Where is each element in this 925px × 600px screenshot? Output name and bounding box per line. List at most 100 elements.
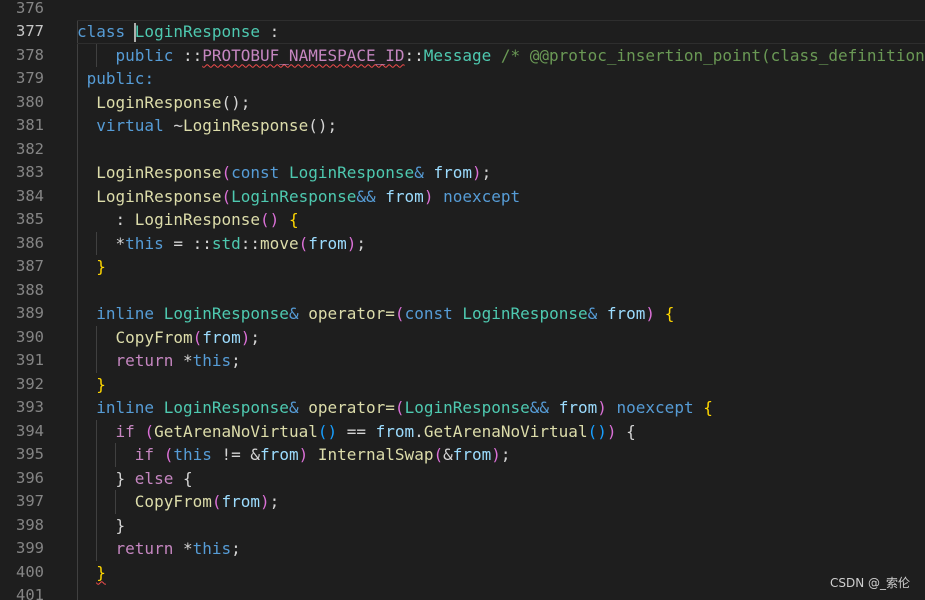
code-token: ) bbox=[346, 233, 357, 253]
code-token: inline bbox=[96, 304, 155, 323]
line-number: 383 bbox=[16, 163, 44, 181]
line-number: 392 bbox=[16, 374, 44, 393]
line-number: 400 bbox=[16, 562, 44, 581]
code-token: virtual bbox=[96, 116, 164, 135]
code-token: Message bbox=[423, 45, 492, 65]
code-line[interactable]: CopyFrom(from); bbox=[77, 490, 280, 514]
code-line[interactable]: : LoginResponse() { bbox=[77, 208, 299, 232]
line-number: 378 bbox=[16, 45, 44, 64]
code-line[interactable]: public: bbox=[77, 67, 154, 91]
code-line[interactable]: inline LoginResponse& operator=(LoginRes… bbox=[77, 396, 713, 420]
code-token: from bbox=[385, 186, 424, 206]
code-token: class bbox=[77, 22, 135, 41]
code-line[interactable]: CopyFrom(from); bbox=[77, 326, 261, 350]
code-token: const bbox=[231, 163, 280, 182]
error-squiggle-token: PROTOBUF_NAMESPACE_ID bbox=[202, 45, 405, 65]
code-line[interactable]: LoginResponse(LoginResponse&& from) noex… bbox=[77, 185, 520, 209]
code-line[interactable]: return *this; bbox=[77, 349, 241, 373]
code-token: * bbox=[173, 351, 193, 370]
code-line[interactable]: inline LoginResponse& operator=(const Lo… bbox=[77, 302, 674, 326]
code-line[interactable]: } bbox=[77, 561, 106, 585]
code-token: ( bbox=[192, 327, 203, 347]
code-token: ) bbox=[298, 445, 309, 464]
line-number: 384 bbox=[16, 186, 44, 205]
code-token: & bbox=[288, 304, 299, 323]
code-token: ; bbox=[250, 327, 261, 347]
code-token: if bbox=[134, 445, 155, 464]
code-line[interactable]: *this = ::std::move(from); bbox=[77, 232, 367, 256]
code-token: from bbox=[452, 445, 492, 464]
code-line[interactable]: LoginResponse(const LoginResponse& from)… bbox=[77, 161, 491, 185]
code-line[interactable]: if (this != &from) InternalSwap(&from); bbox=[77, 443, 511, 467]
line-number: 397 bbox=[16, 492, 44, 510]
code-line[interactable]: LoginResponse(); bbox=[77, 91, 250, 115]
code-token: from bbox=[260, 445, 299, 464]
code-token: GetArenaNoVirtual bbox=[423, 421, 588, 441]
code-token: { bbox=[288, 210, 299, 229]
code-token: && bbox=[356, 186, 376, 206]
code-token: ; bbox=[269, 492, 280, 511]
code-token: this bbox=[192, 539, 232, 558]
line-number: 377 bbox=[16, 22, 44, 40]
code-token: & bbox=[288, 398, 299, 417]
code-line[interactable]: class LoginResponse : bbox=[77, 20, 925, 44]
code-token: public: bbox=[86, 69, 155, 88]
code-line[interactable]: public ::PROTOBUF_NAMESPACE_ID::Message … bbox=[77, 44, 925, 68]
line-number: 379 bbox=[16, 69, 44, 87]
code-token: from bbox=[433, 163, 472, 182]
error-squiggle-token: } bbox=[96, 562, 106, 582]
code-token: from bbox=[308, 233, 347, 253]
code-token: else bbox=[134, 468, 174, 488]
code-token: return bbox=[115, 539, 174, 558]
line-number: 380 bbox=[16, 92, 44, 111]
code-line[interactable]: virtual ~LoginResponse(); bbox=[77, 114, 337, 138]
code-line[interactable]: } bbox=[77, 514, 126, 538]
code-line[interactable]: } bbox=[77, 373, 106, 397]
code-token: ) bbox=[491, 445, 501, 464]
code-line[interactable]: } bbox=[77, 255, 106, 279]
code-token: ; bbox=[500, 445, 511, 464]
code-token: (); bbox=[221, 92, 251, 112]
csdn-watermark: CSDN @_索伦 bbox=[829, 576, 910, 590]
code-editor[interactable]: 376 377 378 379 380 381 382 383 384 385 386 387 388 3… bbox=[0, 0, 925, 600]
line-number: 401 bbox=[16, 586, 44, 600]
code-token: :: bbox=[173, 45, 203, 65]
code-token: LoginResponse bbox=[134, 22, 261, 41]
code-token: } bbox=[96, 374, 106, 394]
code-token: LoginResponse bbox=[163, 398, 289, 417]
code-token: LoginResponse bbox=[404, 398, 530, 417]
code-area[interactable]: class LoginResponse : public ::PROTOBUF_… bbox=[62, 0, 925, 600]
line-number: 382 bbox=[16, 139, 44, 158]
code-token: ; bbox=[356, 233, 367, 253]
code-line[interactable]: return *this; bbox=[77, 537, 241, 561]
code-token: InternalSwap bbox=[317, 445, 434, 464]
code-token: LoginResponse bbox=[288, 163, 415, 182]
code-token: LoginResponse bbox=[182, 116, 309, 135]
code-line[interactable]: } else { bbox=[77, 467, 193, 491]
code-token: () bbox=[260, 210, 280, 229]
code-token: : bbox=[260, 22, 280, 41]
code-token: from bbox=[558, 398, 598, 417]
code-token: () bbox=[317, 421, 338, 441]
code-token: return bbox=[115, 351, 174, 370]
code-token: move bbox=[260, 233, 299, 253]
code-token: == bbox=[337, 421, 376, 441]
code-line[interactable]: if (GetArenaNoVirtual() == from.GetArena… bbox=[77, 420, 636, 444]
code-token: LoginResponse bbox=[96, 92, 222, 112]
code-token: :: bbox=[240, 233, 261, 253]
